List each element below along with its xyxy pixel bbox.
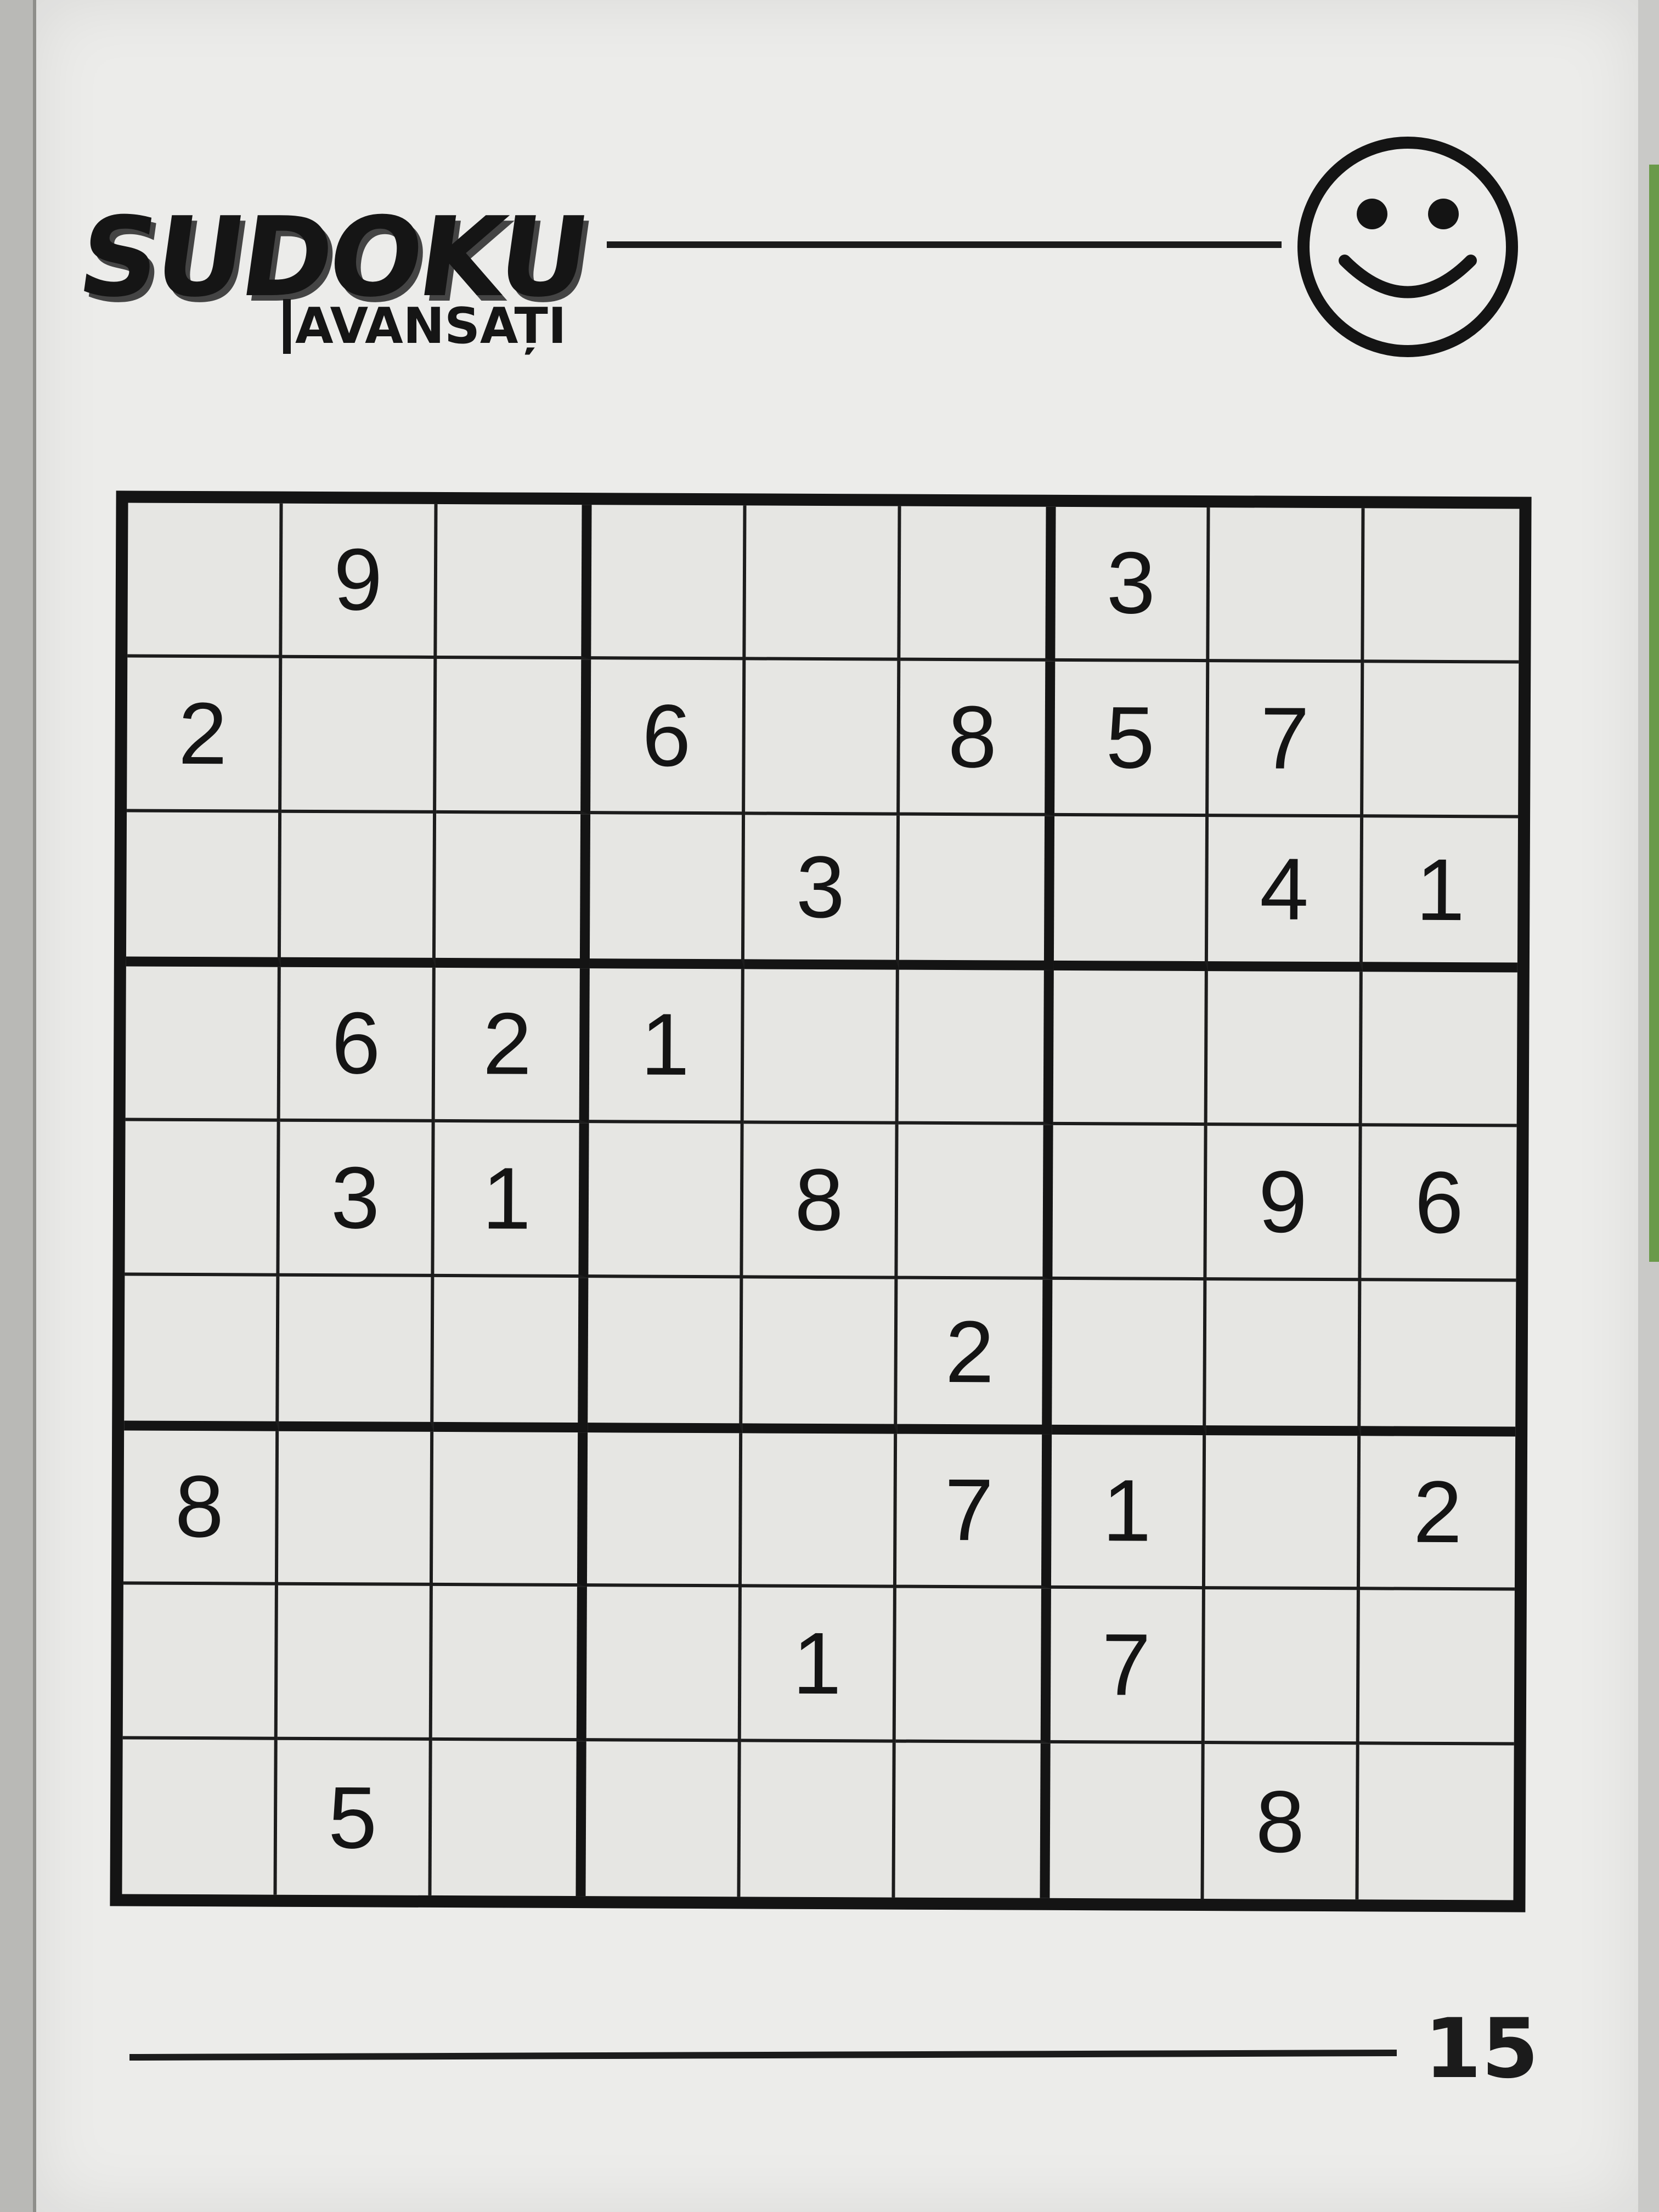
- sudoku-cell[interactable]: 1: [589, 968, 744, 1124]
- sudoku-cell[interactable]: [1209, 507, 1365, 663]
- sudoku-cell[interactable]: [1206, 1280, 1362, 1436]
- sudoku-cell[interactable]: 5: [276, 1740, 432, 1895]
- sudoku-cell[interactable]: 6: [1361, 1126, 1517, 1282]
- sudoku-cell[interactable]: [278, 1431, 433, 1587]
- sudoku-cell[interactable]: [895, 1742, 1051, 1898]
- sudoku-cell[interactable]: 1: [1051, 1434, 1206, 1590]
- sudoku-cell[interactable]: [895, 1588, 1051, 1744]
- sudoku-cell[interactable]: [431, 1741, 587, 1897]
- sudoku-cell[interactable]: [280, 812, 436, 968]
- sudoku-cell[interactable]: [1052, 1125, 1208, 1280]
- sudoku-cell[interactable]: 3: [1054, 506, 1210, 662]
- sudoku-cell[interactable]: [743, 969, 899, 1125]
- sudoku-cell[interactable]: 7: [896, 1434, 1052, 1589]
- sudoku-cell[interactable]: [435, 813, 591, 969]
- sudoku-cell[interactable]: 3: [744, 814, 900, 970]
- sudoku-cell[interactable]: 9: [1206, 1126, 1362, 1282]
- sudoku-cell[interactable]: [588, 1123, 744, 1279]
- sudoku-cell[interactable]: 8: [899, 661, 1055, 816]
- sudoku-cell[interactable]: [740, 1742, 896, 1898]
- cover-edge: [1649, 165, 1659, 1262]
- sudoku-cell[interactable]: [899, 815, 1054, 971]
- sudoku-cell[interactable]: 8: [743, 1124, 899, 1279]
- sudoku-cell[interactable]: 3: [279, 1121, 435, 1277]
- sudoku-board: 932685734162131896287121758: [110, 490, 1532, 1912]
- sudoku-cell[interactable]: [898, 1124, 1053, 1280]
- sudoku-cell[interactable]: 1: [433, 1122, 589, 1278]
- brand-title: SUDOKU: [71, 194, 594, 321]
- sudoku-cell[interactable]: 6: [590, 659, 746, 815]
- sudoku-cell[interactable]: [898, 969, 1054, 1125]
- sudoku-cell[interactable]: [436, 658, 591, 814]
- sudoku-cell[interactable]: [281, 658, 437, 814]
- sudoku-cell[interactable]: 5: [1054, 661, 1210, 817]
- sudoku-cell[interactable]: 2: [897, 1279, 1053, 1435]
- brand-subtitle: AVANSAȚI: [283, 299, 566, 354]
- sudoku-cell[interactable]: [745, 660, 901, 816]
- sudoku-cell[interactable]: [591, 505, 747, 661]
- sudoku-cell[interactable]: [587, 1432, 743, 1588]
- name-write-line: [607, 241, 1282, 248]
- smiley-face-icon: [1297, 137, 1518, 357]
- sudoku-cell[interactable]: [1053, 816, 1209, 972]
- sudoku-cell[interactable]: 1: [741, 1587, 896, 1743]
- sudoku-cell[interactable]: [127, 503, 283, 658]
- sudoku-cell[interactable]: [1205, 1589, 1361, 1745]
- sudoku-cell[interactable]: [585, 1741, 741, 1897]
- sudoku-cell[interactable]: [125, 1121, 280, 1277]
- sudoku-cell[interactable]: 1: [1363, 817, 1519, 973]
- sudoku-cell[interactable]: 7: [1209, 662, 1364, 817]
- sudoku-cell[interactable]: [1361, 1281, 1516, 1437]
- sudoku-cell[interactable]: 8: [123, 1430, 279, 1586]
- sudoku-cell[interactable]: [1205, 1435, 1361, 1590]
- sudoku-cell[interactable]: [433, 1277, 589, 1432]
- brand-logo: SUDOKU AVANSAȚI: [71, 194, 594, 368]
- sudoku-cell[interactable]: 2: [1360, 1435, 1516, 1591]
- sudoku-cell[interactable]: [586, 1587, 742, 1742]
- sudoku-cell[interactable]: [126, 812, 281, 968]
- sudoku-cell[interactable]: 9: [282, 503, 438, 659]
- sudoku-cell[interactable]: [432, 1431, 588, 1587]
- sudoku-cell[interactable]: [1051, 1279, 1207, 1435]
- book-page: SUDOKU AVANSAȚI 932685734162131896287121…: [36, 0, 1638, 2212]
- sudoku-cell[interactable]: [278, 1276, 434, 1432]
- sudoku-cell[interactable]: [746, 505, 901, 661]
- sudoku-cell[interactable]: 2: [127, 657, 283, 813]
- sudoku-cell[interactable]: [1359, 1745, 1514, 1900]
- sudoku-cell[interactable]: [742, 1433, 898, 1589]
- page-number: 15: [1424, 2001, 1539, 2097]
- book-spine-edge: [0, 0, 36, 2212]
- sudoku-cell[interactable]: [1053, 970, 1209, 1126]
- sudoku-cell[interactable]: [432, 1586, 588, 1742]
- footer-line: [129, 2049, 1397, 2061]
- sudoku-cell[interactable]: [1359, 1590, 1515, 1746]
- sudoku-cell[interactable]: [588, 1278, 743, 1434]
- sudoku-cell[interactable]: [125, 966, 281, 1122]
- sudoku-cell[interactable]: 4: [1208, 816, 1364, 972]
- sudoku-cell[interactable]: 7: [1050, 1589, 1206, 1745]
- sudoku-cell[interactable]: [1364, 508, 1520, 664]
- sudoku-cell[interactable]: [436, 504, 592, 659]
- sudoku-cell[interactable]: [900, 506, 1056, 662]
- sudoku-cell[interactable]: [1049, 1743, 1205, 1899]
- sudoku-cell[interactable]: [1362, 972, 1517, 1127]
- sudoku-cell[interactable]: [124, 1276, 280, 1431]
- sudoku-cell[interactable]: [1207, 971, 1363, 1127]
- sudoku-cell[interactable]: [590, 814, 746, 969]
- sudoku-grid: 932685734162131896287121758: [122, 503, 1520, 1900]
- sudoku-cell[interactable]: 8: [1204, 1744, 1359, 1900]
- sudoku-cell[interactable]: [277, 1585, 433, 1741]
- sudoku-cell[interactable]: [122, 1584, 278, 1740]
- sudoku-cell[interactable]: [122, 1739, 278, 1895]
- sudoku-cell[interactable]: [742, 1278, 898, 1434]
- sudoku-cell[interactable]: [1363, 663, 1519, 819]
- sudoku-cell[interactable]: 6: [280, 967, 436, 1123]
- sudoku-cell[interactable]: 2: [435, 968, 590, 1124]
